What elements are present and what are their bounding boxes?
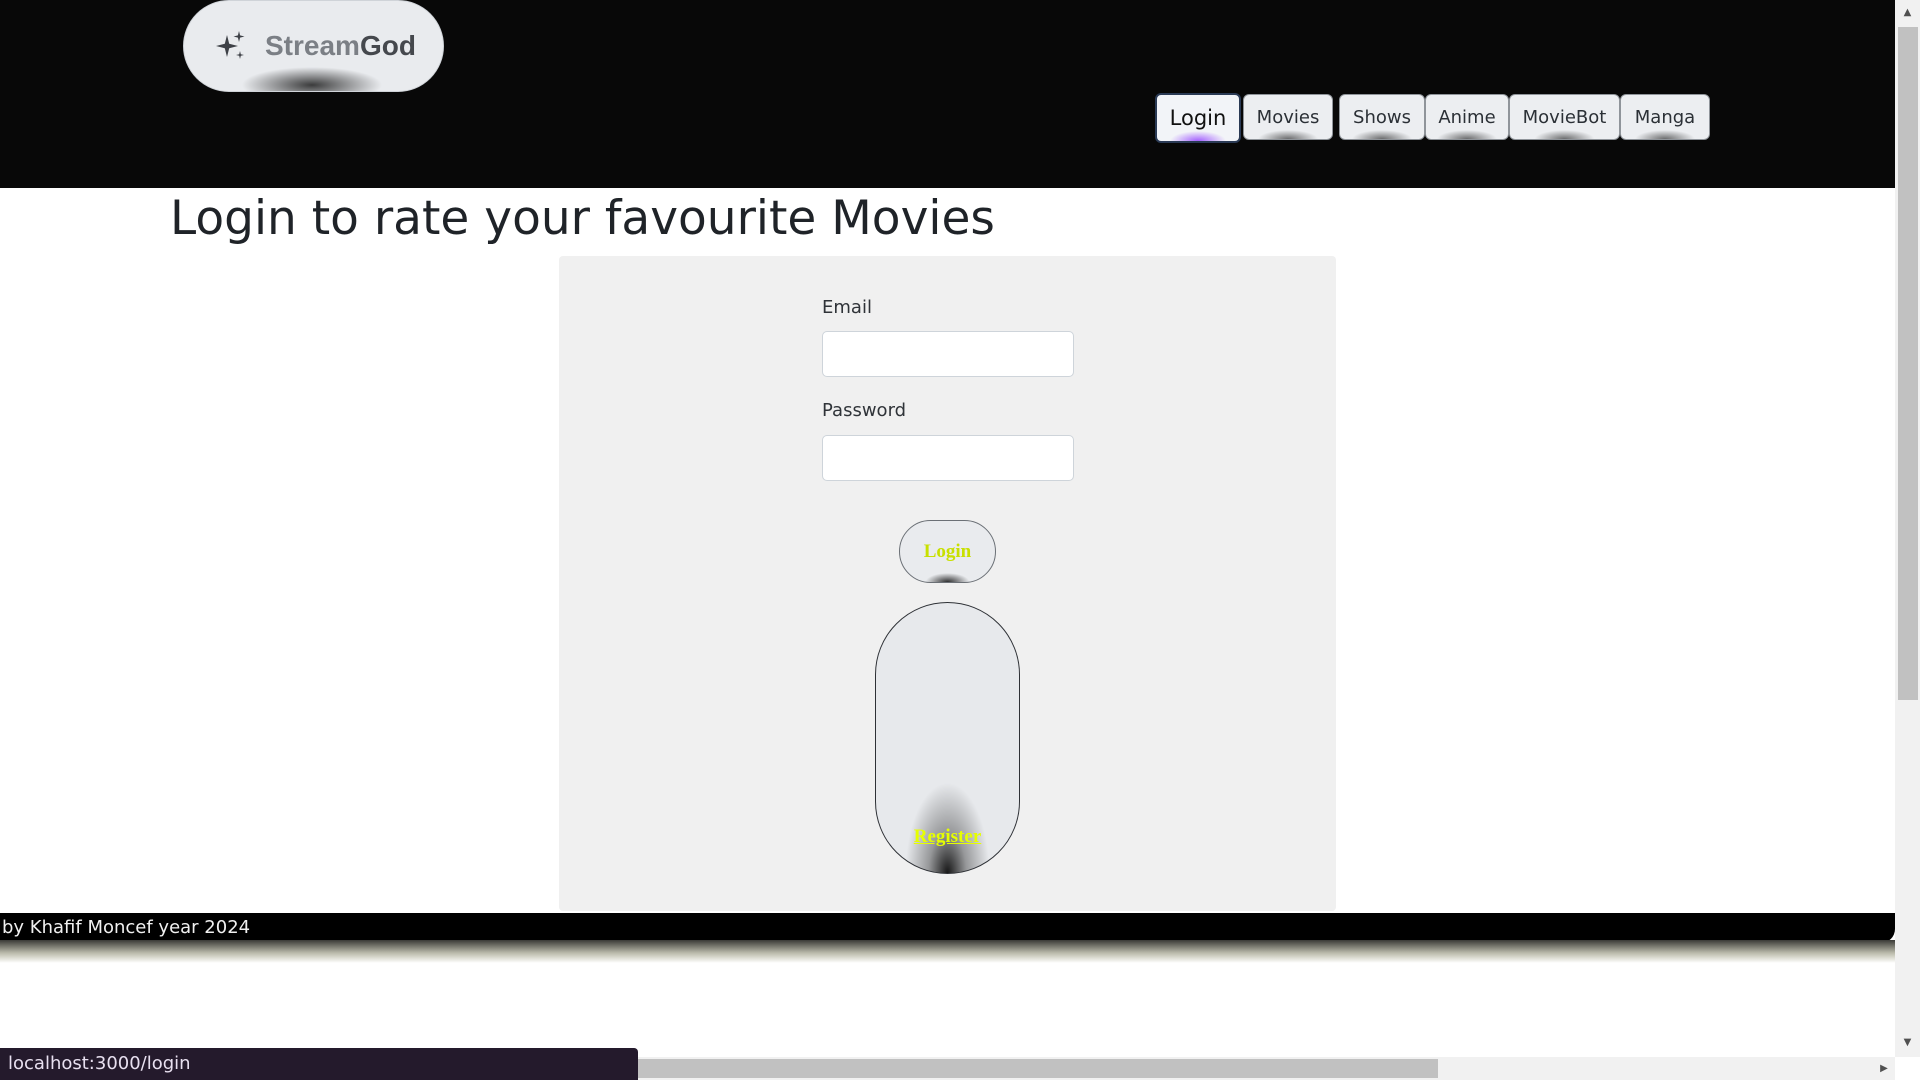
scroll-down-arrow-icon[interactable]: ▼ — [1895, 1032, 1920, 1052]
link-status-bar: localhost:3000/login — [0, 1048, 638, 1080]
email-field[interactable] — [822, 331, 1074, 377]
login-button[interactable]: Login — [899, 520, 996, 583]
register-link[interactable]: Register — [914, 826, 982, 848]
scroll-right-arrow-icon[interactable]: ▶ — [1873, 1057, 1895, 1080]
footer: by Khafif Moncef year 2024 — [0, 913, 1895, 943]
footer-shadow — [0, 940, 1895, 963]
sparkles-icon — [212, 28, 248, 64]
login-form-card: Email Password Login Register — [559, 256, 1336, 911]
scroll-up-arrow-icon[interactable]: ▲ — [1895, 2, 1920, 22]
nav-anime[interactable]: Anime — [1425, 94, 1509, 140]
password-label: Password — [822, 400, 907, 421]
brand-name: StreamGod — [265, 30, 416, 62]
brand-name-part2: God — [359, 30, 416, 61]
nav-shows[interactable]: Shows — [1339, 94, 1425, 140]
nav-login[interactable]: Login — [1155, 93, 1241, 143]
horizontal-scroll-thumb[interactable] — [620, 1059, 1438, 1078]
brand-name-part1: Stream — [265, 30, 360, 61]
register-button[interactable]: Register — [875, 602, 1020, 874]
nav-movies[interactable]: Movies — [1243, 94, 1333, 140]
main-nav: Login Movies Shows Anime MovieBot Manga — [1155, 93, 1710, 143]
nav-moviebot[interactable]: MovieBot — [1509, 94, 1620, 140]
email-label: Email — [822, 297, 872, 318]
header-bar: StreamGod Login Movies Shows Anime Movie… — [0, 0, 1895, 188]
nav-manga[interactable]: Manga — [1620, 94, 1710, 140]
brand-logo-button[interactable]: StreamGod — [183, 0, 444, 92]
password-field[interactable] — [822, 435, 1074, 481]
vertical-scroll-thumb[interactable] — [1898, 27, 1918, 700]
page-title: Login to rate your favourite Movies — [170, 191, 995, 246]
